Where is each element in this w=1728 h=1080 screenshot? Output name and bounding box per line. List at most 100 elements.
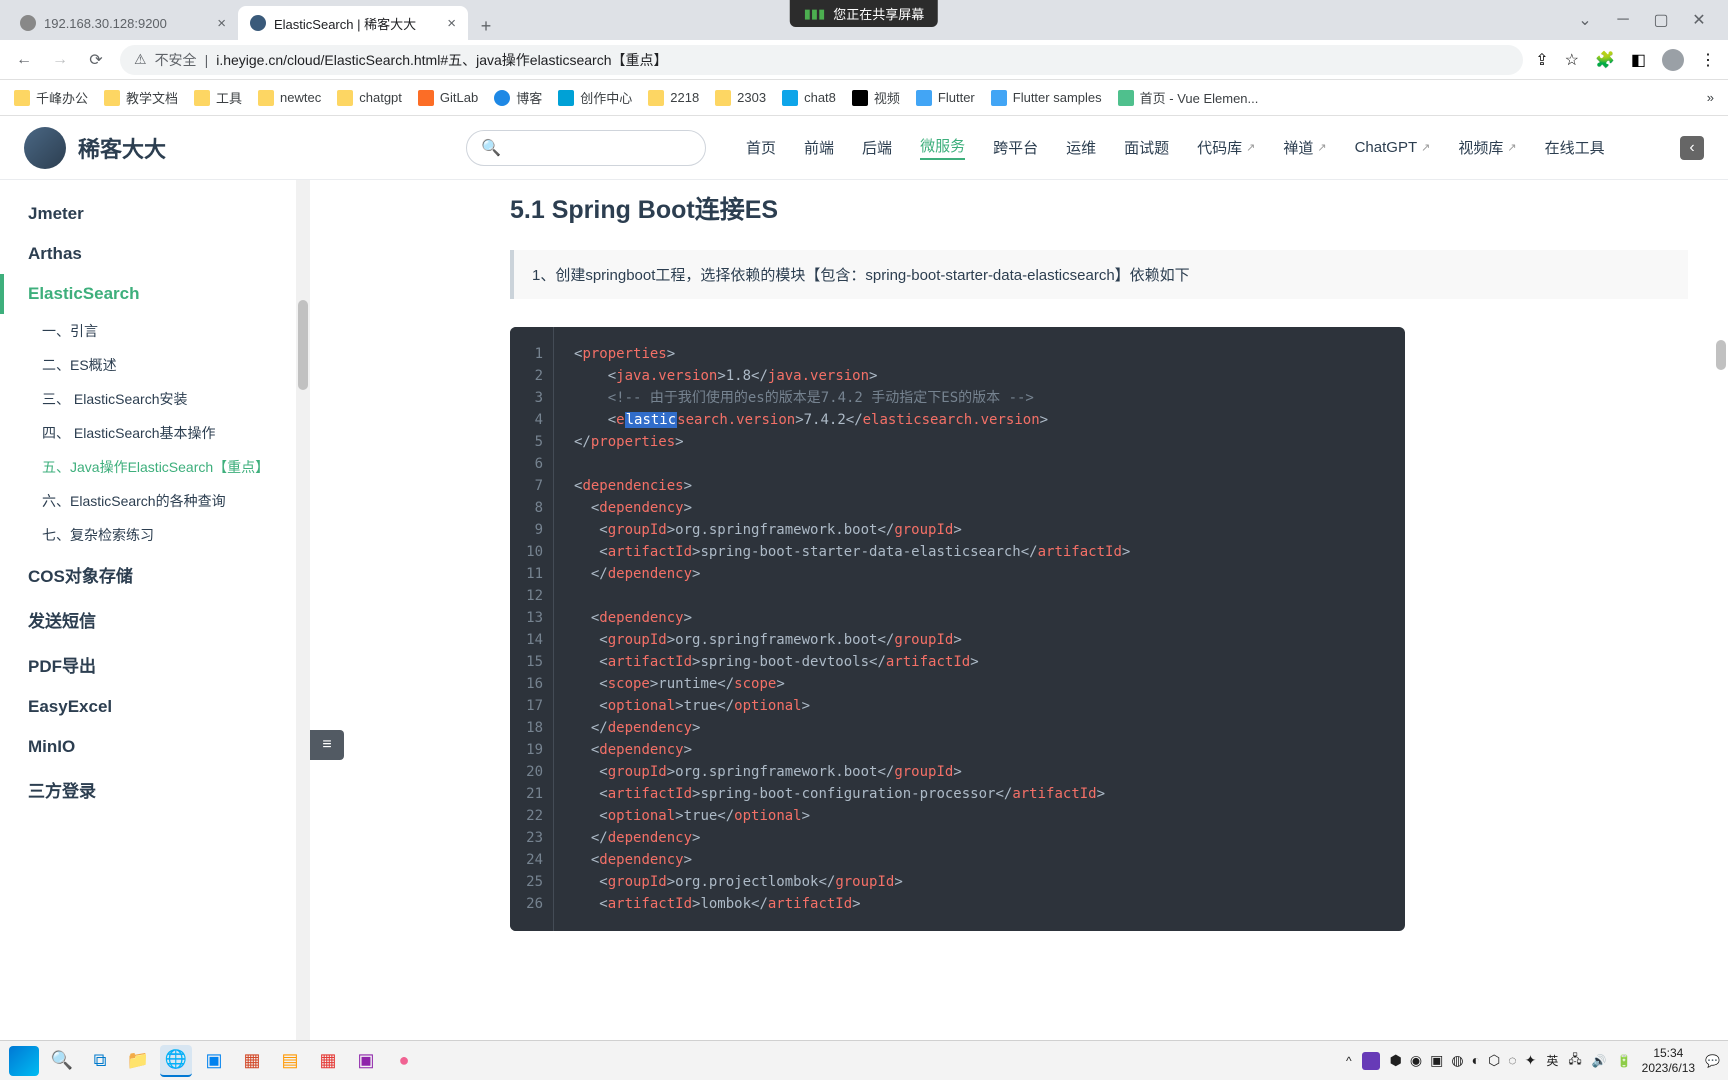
volume-icon[interactable]: 🔊 <box>1592 1054 1607 1068</box>
sidebar-item[interactable]: PDF导出 <box>0 642 310 687</box>
minimize-icon[interactable]: ─ <box>1614 11 1632 29</box>
sidebar-sub-item[interactable]: 七、复杂检索练习 <box>12 518 310 552</box>
back-button[interactable]: ← <box>12 48 36 72</box>
tencent-meeting-icon[interactable]: ▣ <box>198 1045 230 1077</box>
tray-chevron-icon[interactable]: ^ <box>1346 1054 1352 1068</box>
side-panel-icon[interactable]: ◧ <box>1631 50 1646 70</box>
bookmark-item[interactable]: newtec <box>258 90 321 106</box>
sidebar-item[interactable]: MinIO <box>0 727 310 767</box>
close-icon[interactable]: × <box>447 15 456 32</box>
tray-app-icon[interactable]: ◉ <box>1410 1052 1422 1069</box>
search-button[interactable]: 🔍 <box>46 1045 78 1077</box>
share-icon[interactable]: ⇪ <box>1535 50 1548 70</box>
browser-tab-active[interactable]: ElasticSearch | 稀客大大 × <box>238 6 468 40</box>
collapse-button[interactable]: ‹ <box>1680 136 1704 160</box>
nav-link[interactable]: 视频库↗ <box>1458 137 1516 158</box>
sidebar-item[interactable]: EasyExcel <box>0 687 310 727</box>
forward-button[interactable]: → <box>48 48 72 72</box>
star-icon[interactable]: ☆ <box>1565 50 1579 70</box>
bookmark-item[interactable]: chatgpt <box>337 90 402 106</box>
bookmark-item[interactable]: 工具 <box>194 88 242 107</box>
browser-tab[interactable]: 192.168.30.128:9200 × <box>8 6 238 40</box>
powerpoint-icon[interactable]: ▦ <box>236 1045 268 1077</box>
intellij-icon[interactable]: ▣ <box>350 1045 382 1077</box>
network-icon[interactable]: 🖧 <box>1568 1050 1581 1071</box>
code-body[interactable]: <properties> <java.version>1.8</java.ver… <box>554 327 1150 931</box>
site-logo[interactable]: 稀客大大 <box>24 127 166 169</box>
tray-app-icon[interactable]: ⬢ <box>1390 1052 1402 1069</box>
bookmark-item[interactable]: 2218 <box>648 90 699 106</box>
scrollbar-thumb[interactable] <box>298 300 308 390</box>
reload-button[interactable]: ⟳ <box>84 48 108 72</box>
bookmark-item[interactable]: 千峰办公 <box>14 88 88 107</box>
bookmark-item[interactable]: 2303 <box>715 90 766 106</box>
bookmark-item[interactable]: Flutter <box>916 90 975 106</box>
battery-icon[interactable]: 🔋 <box>1617 1054 1632 1068</box>
nav-link[interactable]: 后端 <box>862 137 892 158</box>
page-scrollbar[interactable] <box>1714 180 1728 1040</box>
profile-icon[interactable] <box>1662 49 1684 71</box>
notifications-icon[interactable]: 💬 <box>1705 1054 1720 1068</box>
nav-link-active[interactable]: 微服务 <box>920 135 965 160</box>
sidebar-item[interactable]: 三方登录 <box>0 767 310 812</box>
nav-link[interactable]: 前端 <box>804 137 834 158</box>
tray-app-icon[interactable]: ◍ <box>1451 1052 1463 1069</box>
bookmark-item[interactable]: 创作中心 <box>558 88 632 107</box>
close-icon[interactable]: ✕ <box>1690 11 1708 29</box>
tray-app-icon[interactable]: ◐ <box>1472 1052 1480 1069</box>
tray-app-icon[interactable] <box>1362 1052 1380 1070</box>
nav-link[interactable]: 运维 <box>1066 137 1096 158</box>
sidebar-item[interactable]: 发送短信 <box>0 597 310 642</box>
bookmark-item[interactable]: Flutter samples <box>991 90 1102 106</box>
bookmark-item[interactable]: GitLab <box>418 90 478 106</box>
new-tab-button[interactable]: + <box>472 12 500 40</box>
bookmark-item[interactable]: chat8 <box>782 90 836 106</box>
sidebar-sub-item-active[interactable]: 五、Java操作ElasticSearch【重点】 <box>12 450 310 484</box>
vscode-icon[interactable]: ⧉ <box>84 1045 116 1077</box>
tray-app-icon[interactable]: ◌ <box>1508 1052 1516 1069</box>
sidebar-scrollbar[interactable] <box>296 180 310 1040</box>
sidebar-item[interactable]: Arthas <box>0 234 310 274</box>
sidebar-item-active[interactable]: ElasticSearch <box>0 274 310 314</box>
sidebar-sub-item[interactable]: 一、引言 <box>12 314 310 348</box>
ime-indicator[interactable]: 英 <box>1546 1052 1558 1069</box>
scrollbar-thumb[interactable] <box>1716 340 1726 370</box>
bookmark-item[interactable]: 博客 <box>494 88 542 107</box>
tray-app-icon[interactable]: ⬡ <box>1488 1052 1500 1069</box>
sidebar-sub-item[interactable]: 三、 ElasticSearch安装 <box>12 382 310 416</box>
sublime-icon[interactable]: ▤ <box>274 1045 306 1077</box>
bookmark-item[interactable]: 视频 <box>852 88 900 107</box>
url-input[interactable]: ⚠ 不安全 | i.heyige.cn/cloud/ElasticSearch.… <box>120 45 1523 75</box>
nav-link[interactable]: 跨平台 <box>993 137 1038 158</box>
nav-link[interactable]: 首页 <box>746 137 776 158</box>
sidebar-item[interactable]: Jmeter <box>0 194 310 234</box>
toc-toggle-button[interactable]: ≡ <box>310 730 344 760</box>
maximize-icon[interactable]: ▢ <box>1652 11 1670 29</box>
nav-link[interactable]: 禅道↗ <box>1283 137 1326 158</box>
tray-app-icon[interactable]: ▣ <box>1430 1052 1443 1069</box>
nav-link[interactable]: 在线工具 <box>1545 137 1605 158</box>
close-icon[interactable]: × <box>217 15 226 32</box>
nav-link[interactable]: 代码库↗ <box>1197 137 1255 158</box>
nav-link[interactable]: ChatGPT↗ <box>1355 139 1431 156</box>
clock[interactable]: 15:34 2023/6/13 <box>1642 1046 1695 1076</box>
start-button[interactable] <box>8 1045 40 1077</box>
tray-app-icon[interactable]: ✦ <box>1525 1052 1537 1069</box>
sidebar-sub-item[interactable]: 二、ES概述 <box>12 348 310 382</box>
app-icon[interactable]: ▦ <box>312 1045 344 1077</box>
menu-icon[interactable]: ⋮ <box>1700 50 1716 70</box>
bookmark-item[interactable]: 教学文档 <box>104 88 178 107</box>
app-icon[interactable]: ● <box>388 1045 420 1077</box>
tab-favicon-icon <box>250 15 266 31</box>
bookmarks-overflow-icon[interactable]: » <box>1707 90 1714 105</box>
extensions-icon[interactable]: 🧩 <box>1595 50 1615 70</box>
sidebar-sub-item[interactable]: 四、 ElasticSearch基本操作 <box>12 416 310 450</box>
sidebar-sub-item[interactable]: 六、ElasticSearch的各种查询 <box>12 484 310 518</box>
explorer-icon[interactable]: 📁 <box>122 1045 154 1077</box>
chrome-icon[interactable]: 🌐 <box>160 1045 192 1077</box>
chevron-down-icon[interactable]: ⌄ <box>1576 11 1594 29</box>
nav-link[interactable]: 面试题 <box>1124 137 1169 158</box>
bookmark-item[interactable]: 首页 - Vue Elemen... <box>1118 88 1259 107</box>
sidebar-item[interactable]: COS对象存储 <box>0 552 310 597</box>
search-input[interactable]: 🔍 <box>466 130 706 166</box>
